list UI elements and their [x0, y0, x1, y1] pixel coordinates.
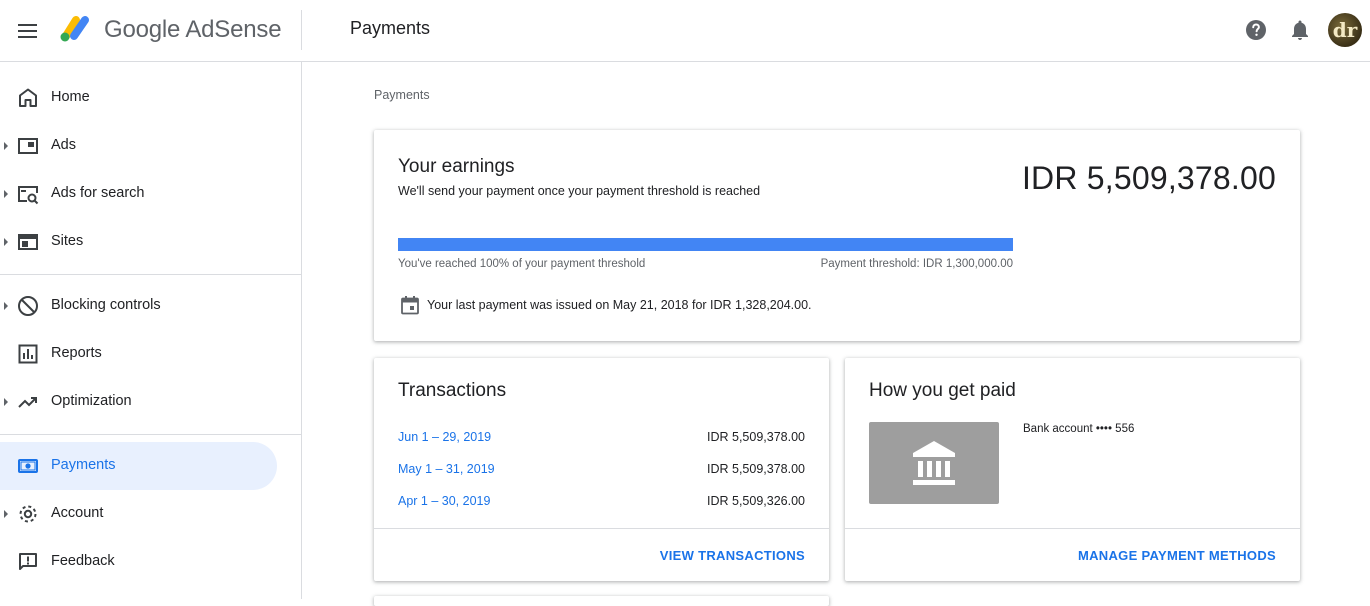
sidebar-item-ads[interactable]: Ads — [0, 122, 277, 170]
sidebar-item-blocking-controls[interactable]: Blocking controls — [0, 282, 277, 330]
breadcrumb: Payments — [374, 88, 430, 102]
sidebar-item-label: Ads for search — [51, 185, 145, 201]
transactions-card: Transactions Jun 1 – 29, 2019 IDR 5,509,… — [374, 358, 829, 581]
calendar-icon — [401, 296, 419, 315]
transaction-row: Apr 1 – 30, 2019 IDR 5,509,326.00 — [398, 494, 805, 514]
brand-name: Google AdSense — [104, 16, 282, 43]
transaction-amount: IDR 5,509,378.00 — [707, 462, 805, 476]
payment-threshold-label: Payment threshold: IDR 1,300,000.00 — [820, 258, 1013, 270]
earnings-amount: IDR 5,509,378.00 — [1021, 160, 1276, 196]
sidebar-item-label: Blocking controls — [51, 297, 161, 313]
expand-caret-icon — [4, 142, 8, 150]
header-divider — [301, 10, 302, 50]
payments-icon — [18, 459, 38, 473]
adsense-logo-icon — [60, 16, 89, 42]
notifications-bell-icon[interactable] — [1288, 18, 1312, 42]
transaction-row: Jun 1 – 29, 2019 IDR 5,509,378.00 — [398, 430, 805, 450]
expand-caret-icon — [4, 190, 8, 198]
sidebar-divider — [0, 274, 301, 275]
earnings-title: Your earnings — [398, 156, 515, 177]
expand-caret-icon — [4, 302, 8, 310]
sidebar-item-sites[interactable]: Sites — [0, 218, 277, 266]
main-menu-button[interactable] — [14, 17, 42, 45]
sidebar-item-reports[interactable]: Reports — [0, 330, 277, 378]
threshold-progress-bar — [398, 238, 1013, 251]
sidebar-item-label: Sites — [51, 233, 84, 249]
ads-for-search-icon — [18, 186, 39, 205]
block-icon — [18, 296, 38, 316]
how-you-get-paid-card: How you get paid Bank account •••• 556 M… — [845, 358, 1300, 581]
manage-payment-methods-button[interactable]: MANAGE PAYMENT METHODS — [1078, 548, 1276, 563]
sidebar-item-optimization[interactable]: Optimization — [0, 378, 277, 426]
next-card-edge — [374, 596, 829, 606]
threshold-progress-fill — [398, 238, 1013, 251]
transaction-row: May 1 – 31, 2019 IDR 5,509,378.00 — [398, 462, 805, 482]
ads-icon — [18, 138, 38, 154]
sidebar-item-ads-for-search[interactable]: Ads for search — [0, 170, 277, 218]
sidebar-item-label: Feedback — [51, 553, 115, 569]
sidebar-item-label: Ads — [51, 137, 76, 153]
sites-icon — [18, 234, 38, 250]
card-divider — [374, 528, 829, 529]
transaction-period-link[interactable]: May 1 – 31, 2019 — [398, 462, 495, 476]
top-app-bar: Google AdSense Payments dr — [0, 0, 1370, 62]
trending-up-icon — [18, 397, 37, 408]
bank-icon — [913, 441, 955, 485]
transaction-period-link[interactable]: Jun 1 – 29, 2019 — [398, 430, 491, 444]
page-title: Payments — [350, 18, 431, 38]
how-you-get-paid-title: How you get paid — [869, 380, 1016, 401]
sidebar-item-payments[interactable]: Payments — [0, 442, 277, 490]
sidebar-item-label: Optimization — [51, 393, 132, 409]
sidebar-item-feedback[interactable]: Feedback — [0, 538, 277, 586]
gear-icon — [19, 505, 37, 523]
feedback-icon — [19, 553, 37, 570]
transaction-amount: IDR 5,509,378.00 — [707, 430, 805, 444]
sidebar-item-label: Home — [51, 89, 90, 105]
account-avatar[interactable]: dr — [1328, 13, 1362, 47]
reports-icon — [18, 344, 38, 364]
menu-icon — [18, 24, 37, 26]
bank-account-thumbnail — [869, 422, 999, 504]
sidebar-item-label: Payments — [51, 457, 116, 473]
last-payment-text: Your last payment was issued on May 21, … — [427, 298, 812, 312]
sidebar-item-label: Reports — [51, 345, 102, 361]
expand-caret-icon — [4, 510, 8, 518]
expand-caret-icon — [4, 238, 8, 246]
sidebar-nav: Home Ads Ads for search Sites Blocking c… — [0, 62, 302, 599]
card-divider — [845, 528, 1300, 529]
earnings-subtitle: We'll send your payment once your paymen… — [398, 184, 761, 198]
transaction-period-link[interactable]: Apr 1 – 30, 2019 — [398, 494, 490, 508]
transactions-title: Transactions — [398, 380, 507, 401]
bank-account-label: Bank account •••• 556 — [1023, 423, 1135, 435]
sidebar-item-home[interactable]: Home — [0, 74, 277, 122]
sidebar-divider — [0, 434, 301, 435]
sidebar-item-account[interactable]: Account — [0, 490, 277, 538]
transaction-amount: IDR 5,509,326.00 — [707, 494, 805, 508]
view-transactions-button[interactable]: VIEW TRANSACTIONS — [660, 548, 805, 563]
expand-caret-icon — [4, 398, 8, 406]
help-icon[interactable] — [1244, 18, 1268, 42]
sidebar-item-label: Account — [51, 505, 104, 521]
home-icon — [19, 88, 37, 107]
earnings-card: Your earnings We'll send your payment on… — [374, 130, 1300, 341]
